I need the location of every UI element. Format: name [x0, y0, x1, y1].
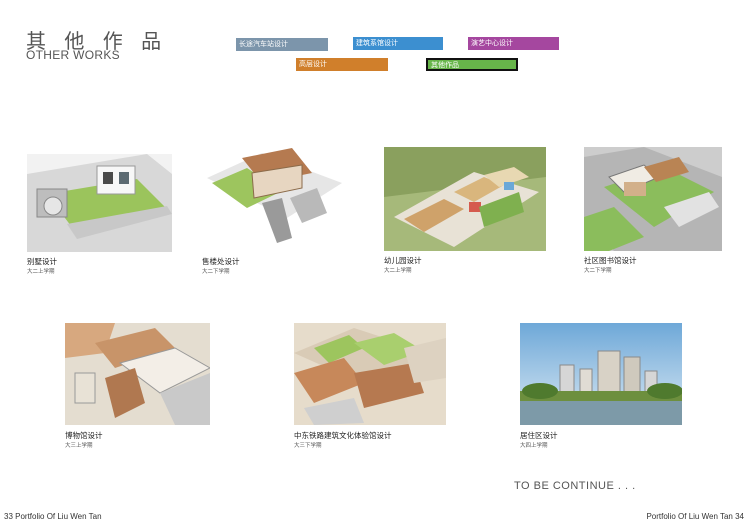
work-term: 大二上学期 — [27, 269, 55, 275]
work-term: 大三下学期 — [294, 443, 322, 449]
work-museum[interactable]: 博物馆设计 大三上学期 — [65, 323, 210, 451]
work-name: 别墅设计 — [27, 257, 57, 266]
kindergarten-render-image — [384, 147, 546, 251]
work-term: 大二上学期 — [384, 268, 412, 274]
work-name: 社区图书馆设计 — [584, 256, 637, 265]
work-residential-district[interactable]: 居住区设计 大四上学期 — [520, 323, 682, 451]
work-name: 居住区设计 — [520, 431, 558, 440]
footer-left-page-label: 33 Portfolio Of Liu Wen Tan — [4, 512, 102, 521]
work-name: 博物馆设计 — [65, 431, 103, 440]
page-title-en: OTHER WORKS — [26, 48, 120, 62]
sales-office-render-image — [202, 143, 342, 248]
work-railway-culture-hall[interactable]: 中东铁路建筑文化体验馆设计 大三下学期 — [294, 323, 446, 451]
work-term: 大三上学期 — [65, 443, 93, 449]
tab-performing-arts-center[interactable]: 演艺中心设计 — [468, 37, 559, 50]
tab-bus-station[interactable]: 长途汽车站设计 — [236, 38, 328, 51]
work-community-library[interactable]: 社区图书馆设计 大二下学期 — [584, 147, 722, 276]
work-term: 大四上学期 — [520, 443, 548, 449]
tab-architecture-department[interactable]: 建筑系馆设计 — [353, 37, 443, 50]
work-name: 中东铁路建筑文化体验馆设计 — [294, 431, 392, 440]
residential-district-render-image — [520, 323, 682, 425]
museum-render-image — [65, 323, 210, 425]
work-kindergarten[interactable]: 幼儿园设计 大二上学期 — [384, 147, 546, 276]
railway-culture-hall-render-image — [294, 323, 446, 425]
villa-render-image — [27, 154, 172, 252]
community-library-render-image — [584, 147, 722, 251]
tab-high-rise[interactable]: 高层设计 — [296, 58, 388, 71]
work-name: 幼儿园设计 — [384, 256, 422, 265]
work-term: 大二下学期 — [584, 268, 612, 274]
to-be-continued-text: TO BE CONTINUE . . . — [514, 480, 636, 492]
work-sales-office[interactable]: 售楼处设计 大二下学期 — [202, 143, 342, 276]
work-term: 大二下学期 — [202, 269, 230, 275]
work-name: 售楼处设计 — [202, 257, 240, 266]
footer-right-page-label: Portfolio Of Liu Wen Tan 34 — [646, 512, 744, 521]
tab-other-works[interactable]: 其他作品 — [426, 58, 518, 71]
work-villa[interactable]: 别墅设计 大二上学期 — [27, 154, 172, 276]
